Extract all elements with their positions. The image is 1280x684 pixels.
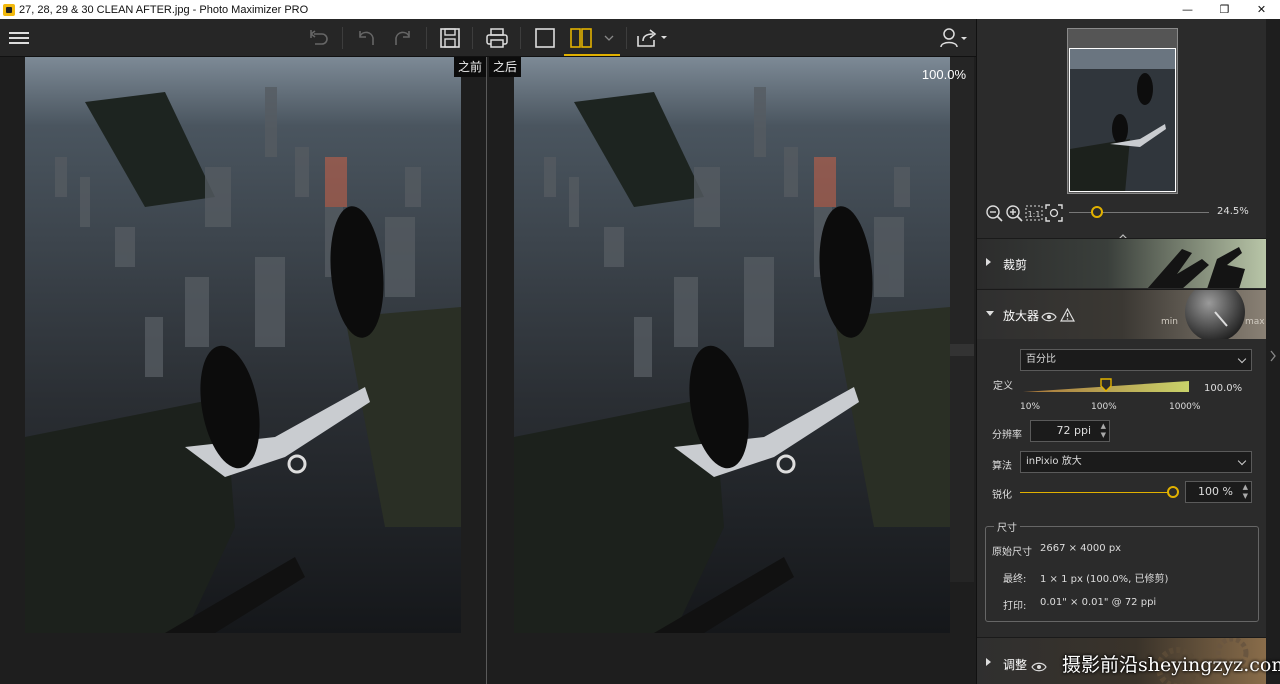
size-mode-value: 百分比 bbox=[1026, 354, 1056, 365]
resolution-label: 分辨率 bbox=[992, 430, 1022, 441]
toolbar bbox=[0, 19, 976, 57]
viewer-scroll-track bbox=[950, 57, 974, 582]
visibility-eye-icon[interactable] bbox=[1041, 308, 1057, 327]
close-button[interactable]: ✕ bbox=[1243, 0, 1280, 19]
chevron-down-icon bbox=[1237, 354, 1247, 364]
definition-pointer[interactable] bbox=[1100, 377, 1112, 396]
sharpen-label: 锐化 bbox=[992, 490, 1012, 501]
svg-text:min: min bbox=[1161, 317, 1178, 327]
undo-all-icon[interactable] bbox=[304, 24, 334, 52]
navigator-zoom-row: 1:1 24.5% bbox=[983, 203, 1263, 223]
svg-text:max: max bbox=[1245, 317, 1265, 327]
user-icon[interactable] bbox=[938, 24, 970, 52]
save-icon[interactable] bbox=[435, 24, 465, 52]
split-divider[interactable] bbox=[486, 57, 487, 684]
adjust-section-label: 调整 bbox=[1003, 658, 1028, 672]
navigator-viewport[interactable] bbox=[1069, 48, 1176, 192]
panel-scrollbar[interactable] bbox=[1266, 19, 1280, 684]
fit-to-window-icon[interactable] bbox=[1045, 204, 1063, 222]
navigator-zoom-value: 24.5% bbox=[1217, 206, 1249, 217]
viewer-scroll-thumb[interactable] bbox=[950, 344, 974, 356]
algorithm-label: 算法 bbox=[992, 461, 1012, 472]
single-view-icon[interactable] bbox=[530, 24, 560, 52]
sharpen-input[interactable]: 100 % ▲ ▼ bbox=[1185, 481, 1252, 503]
crop-section-header[interactable]: 裁剪 bbox=[977, 238, 1267, 288]
before-tooltip: 之前 bbox=[454, 57, 487, 77]
resolution-input[interactable]: 72 ppi ▲ ▼ bbox=[1030, 420, 1110, 442]
size-group-legend: 尺寸 bbox=[994, 519, 1020, 534]
spin-up-icon[interactable]: ▲ bbox=[1240, 483, 1248, 491]
enlarger-section-label: 放大器 bbox=[1003, 309, 1040, 323]
enlarger-section-header[interactable]: min max 放大器 bbox=[977, 289, 1267, 339]
after-tooltip: 之后 bbox=[489, 57, 522, 77]
before-image[interactable] bbox=[25, 57, 461, 633]
size-mode-select[interactable]: 百分比 bbox=[1020, 349, 1252, 371]
definition-label: 定义 bbox=[993, 381, 1013, 392]
side-panel: 1:1 24.5% 裁剪 min max 放大器 百分比 定义 100.0% 1… bbox=[976, 19, 1267, 684]
toolbar-separator bbox=[426, 27, 427, 49]
enlarger-collapse-icon bbox=[986, 311, 994, 316]
spin-down-icon[interactable]: ▼ bbox=[1240, 492, 1248, 500]
watermark-text: 摄影前沿sheyingzyz.com bbox=[1062, 654, 1280, 676]
navigator-thumbnail[interactable] bbox=[1067, 28, 1178, 194]
watermark: 摄影前沿sheyingzyz.com bbox=[1062, 650, 1280, 677]
scale-tick-1000: 1000% bbox=[1169, 402, 1201, 412]
image-viewer[interactable]: 100.0% bbox=[0, 57, 976, 684]
share-icon[interactable] bbox=[634, 24, 670, 52]
scale-tick-100: 100% bbox=[1091, 402, 1117, 412]
resolution-value: 72 ppi bbox=[1056, 424, 1091, 437]
actual-size-icon[interactable]: 1:1 bbox=[1025, 204, 1043, 222]
navigator-zoom-knob[interactable] bbox=[1091, 206, 1103, 218]
print-icon[interactable] bbox=[482, 24, 512, 52]
svg-text:1:1: 1:1 bbox=[1028, 210, 1041, 219]
sharpen-slider-knob[interactable] bbox=[1167, 486, 1179, 498]
final-size-value: 1 × 1 px (100.0%, 已修剪) bbox=[1040, 574, 1169, 585]
maximize-button[interactable]: ❐ bbox=[1206, 0, 1243, 19]
final-size-label: 最终: bbox=[1003, 574, 1027, 585]
minimize-button[interactable]: — bbox=[1169, 0, 1206, 19]
algorithm-value: inPixio 放大 bbox=[1026, 456, 1082, 467]
print-size-value: 0.01" × 0.01" @ 72 ppi bbox=[1040, 597, 1157, 608]
sharpen-value: 100 % bbox=[1198, 485, 1233, 498]
visibility-eye-icon[interactable] bbox=[1031, 658, 1047, 677]
window-title: 27, 28, 29 & 30 CLEAN AFTER.jpg - Photo … bbox=[19, 3, 309, 16]
toolbar-separator bbox=[472, 27, 473, 49]
title-bar: 27, 28, 29 & 30 CLEAN AFTER.jpg - Photo … bbox=[0, 0, 1280, 19]
original-size-value: 2667 × 4000 px bbox=[1040, 543, 1122, 554]
toolbar-separator bbox=[342, 27, 343, 49]
scale-tick-10: 10% bbox=[1020, 402, 1041, 412]
split-view-icon[interactable] bbox=[566, 24, 596, 52]
spin-down-icon[interactable]: ▼ bbox=[1098, 431, 1106, 439]
view-dropdown-icon[interactable] bbox=[598, 24, 620, 52]
chevron-down-icon bbox=[1237, 456, 1247, 466]
zoom-out-icon[interactable] bbox=[985, 204, 1003, 222]
zoom-level-label: 100.0% bbox=[921, 67, 966, 82]
warning-icon[interactable] bbox=[1059, 307, 1076, 326]
undo-icon[interactable] bbox=[351, 24, 381, 52]
toolbar-separator bbox=[626, 27, 627, 49]
spin-up-icon[interactable]: ▲ bbox=[1098, 422, 1106, 430]
adjust-expand-icon bbox=[986, 658, 991, 666]
print-size-label: 打印: bbox=[1003, 601, 1027, 612]
algorithm-select[interactable]: inPixio 放大 bbox=[1020, 451, 1252, 473]
menu-icon[interactable] bbox=[4, 24, 34, 52]
after-image[interactable] bbox=[514, 57, 950, 633]
original-size-label: 原始尺寸 bbox=[992, 547, 1032, 558]
definition-scale-slider[interactable] bbox=[1023, 377, 1189, 393]
crop-expand-icon bbox=[986, 258, 991, 266]
definition-value: 100.0% bbox=[1204, 383, 1243, 394]
active-view-indicator bbox=[564, 54, 620, 56]
crop-section-label: 裁剪 bbox=[1003, 258, 1028, 272]
sharpen-slider-track[interactable] bbox=[1020, 492, 1173, 493]
redo-icon[interactable] bbox=[388, 24, 418, 52]
zoom-in-icon[interactable] bbox=[1005, 204, 1023, 222]
app-icon bbox=[3, 3, 15, 16]
navigator-zoom-track[interactable] bbox=[1069, 212, 1209, 213]
size-group: 尺寸 原始尺寸 2667 × 4000 px 最终: 1 × 1 px (100… bbox=[985, 519, 1259, 622]
toolbar-separator bbox=[520, 27, 521, 49]
